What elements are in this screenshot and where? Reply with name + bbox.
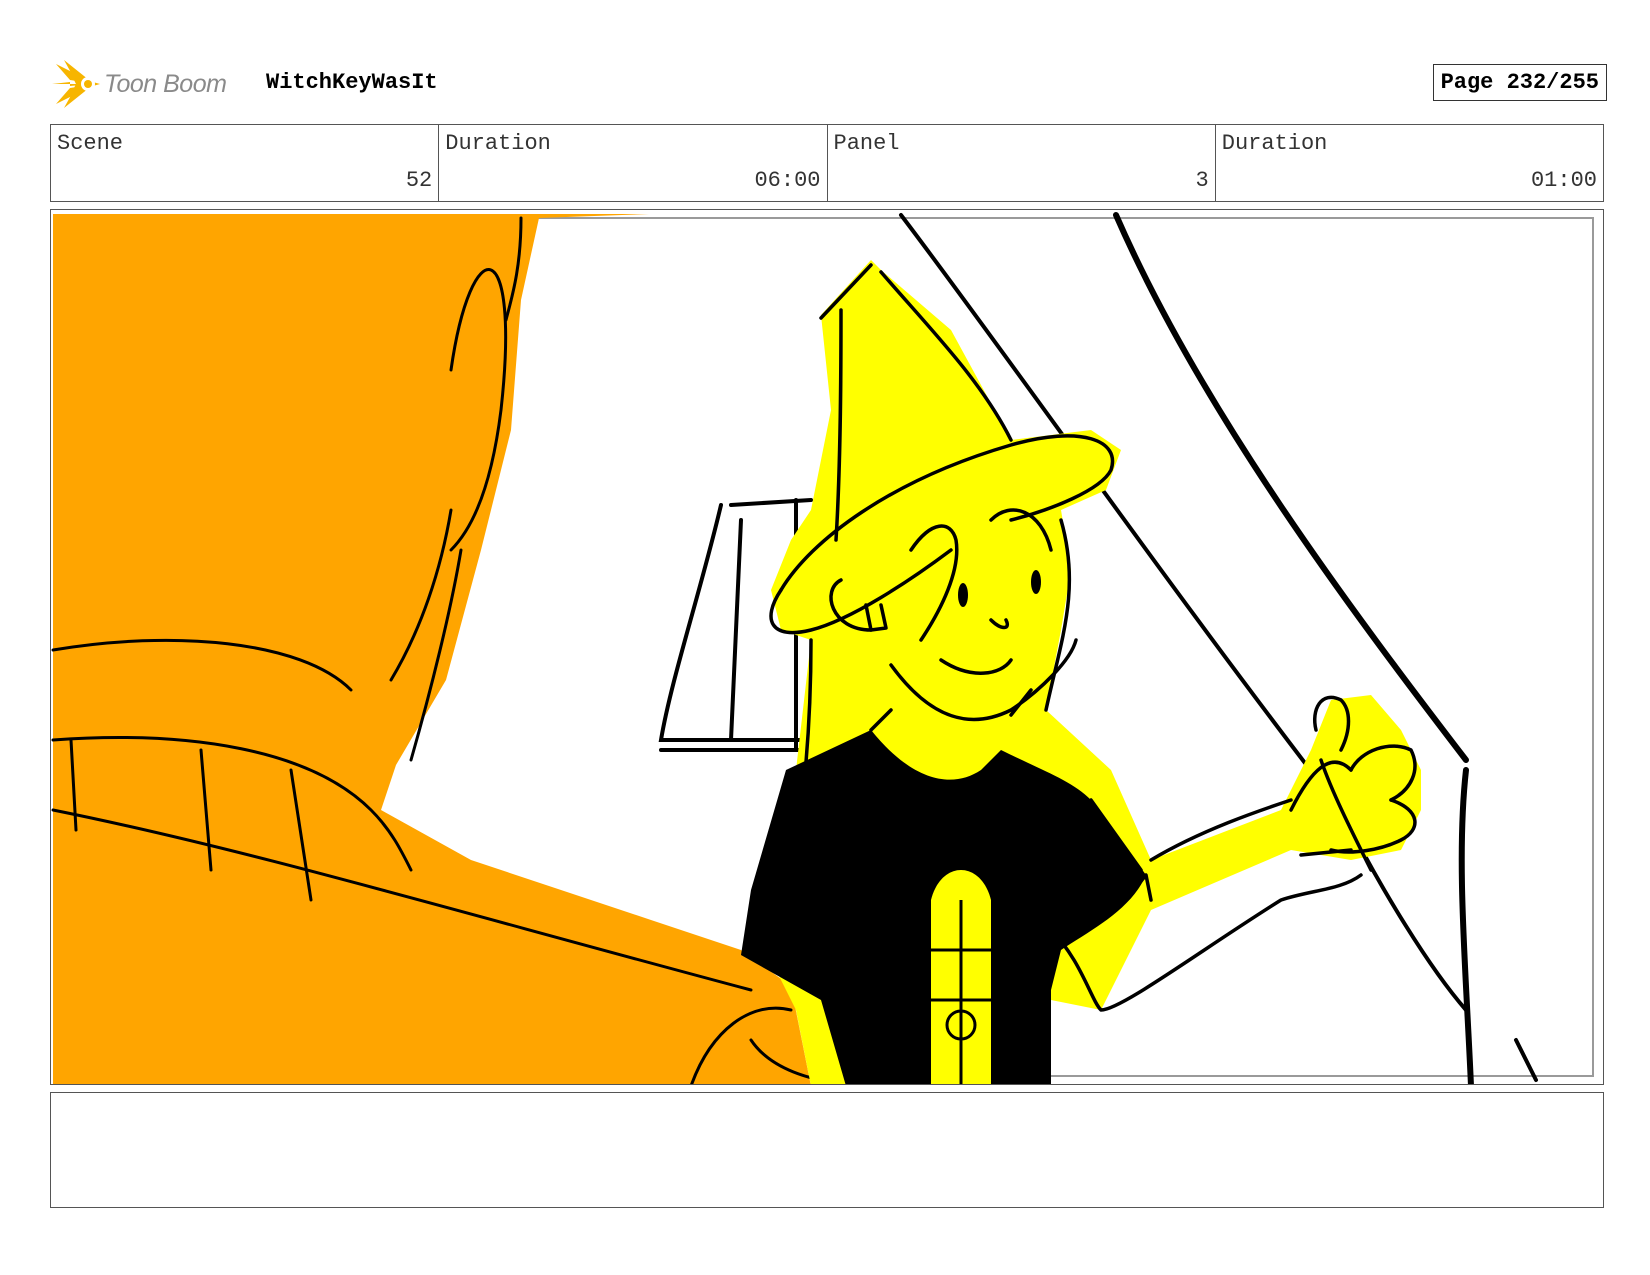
starburst-icon (52, 60, 100, 108)
shirt-graphic (931, 870, 991, 1084)
logo-text: Toon Boom (104, 69, 227, 98)
witch-left-eye (958, 583, 968, 607)
panel-drawing (51, 212, 1594, 1084)
foreground-figure (53, 214, 811, 1084)
panel-duration-label: Duration (1221, 131, 1328, 156)
storyboard-header: Toon Boom WitchKeyWasIt Page 232/255 (52, 56, 1607, 112)
scene-number: 52 (405, 168, 433, 193)
panel-cell: Panel 3 (828, 125, 1216, 201)
panel-label: Panel (833, 131, 900, 156)
panel-number: 3 (1195, 168, 1209, 193)
scene-duration-value: 06:00 (754, 168, 821, 193)
panel-duration-value: 01:00 (1530, 168, 1597, 193)
storyboard-panel (50, 209, 1604, 1085)
scene-duration-cell: Duration 06:00 (439, 125, 828, 201)
scene-info-row: Scene 52 Duration 06:00 Panel 3 Duration… (50, 124, 1604, 202)
project-title: WitchKeyWasIt (266, 70, 438, 95)
scene-duration-label: Duration (445, 131, 551, 156)
panel-duration-cell: Duration 01:00 (1216, 125, 1603, 201)
page-number: Page 232/255 (1432, 64, 1607, 101)
scene-cell: Scene 52 (51, 125, 440, 201)
scene-label: Scene (57, 131, 124, 156)
panel-notes-box (50, 1092, 1604, 1208)
toon-boom-logo: Toon Boom (52, 56, 227, 112)
witch-right-eye (1031, 570, 1041, 594)
